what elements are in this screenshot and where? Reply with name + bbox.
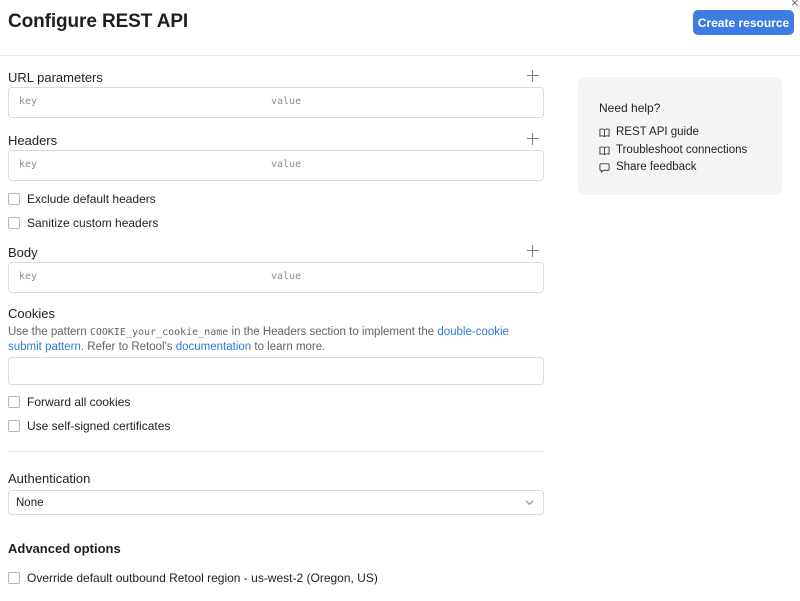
headers-kv-input[interactable]: key value bbox=[8, 150, 544, 181]
help-link-label[interactable]: REST API guide bbox=[616, 126, 699, 138]
cookies-desc-text-4: to learn more. bbox=[251, 341, 326, 353]
override-region-row[interactable]: Override default outbound Retool region … bbox=[8, 571, 378, 585]
header-key-placeholder[interactable]: key bbox=[19, 159, 37, 170]
cookies-description: Use the pattern COOKIE_your_cookie_name … bbox=[8, 325, 538, 355]
self-signed-checkbox[interactable] bbox=[8, 420, 20, 432]
help-link-share-feedback[interactable]: Share feedback bbox=[599, 160, 697, 174]
body-label: Body bbox=[8, 245, 38, 260]
close-icon[interactable]: × bbox=[791, 0, 799, 10]
help-link-troubleshoot[interactable]: Troubleshoot connections bbox=[599, 143, 747, 157]
cookies-desc-text-2: in the Headers section to implement the bbox=[228, 326, 438, 338]
body-key-placeholder[interactable]: key bbox=[19, 271, 37, 282]
url-parameters-label: URL parameters bbox=[8, 70, 103, 85]
exclude-default-headers-checkbox[interactable] bbox=[8, 193, 20, 205]
chevron-down-icon bbox=[525, 500, 534, 506]
self-signed-label: Use self-signed certificates bbox=[27, 419, 171, 433]
sanitize-custom-headers-checkbox[interactable] bbox=[8, 217, 20, 229]
modal-header: Configure REST API Create resource × bbox=[0, 0, 800, 56]
add-url-parameter-icon[interactable] bbox=[527, 70, 539, 82]
create-resource-button[interactable]: Create resource bbox=[693, 10, 794, 35]
headers-label: Headers bbox=[8, 133, 58, 148]
add-body-param-icon[interactable] bbox=[527, 245, 539, 257]
add-header-icon[interactable] bbox=[527, 133, 539, 145]
documentation-link[interactable]: documentation bbox=[176, 341, 251, 353]
sanitize-custom-headers-row[interactable]: Sanitize custom headers bbox=[8, 216, 158, 230]
forward-cookies-checkbox[interactable] bbox=[8, 396, 20, 408]
url-param-value-placeholder[interactable]: value bbox=[271, 96, 301, 107]
section-divider bbox=[8, 451, 544, 452]
forward-cookies-label: Forward all cookies bbox=[27, 395, 131, 409]
override-region-label: Override default outbound Retool region … bbox=[27, 571, 378, 585]
help-link-label[interactable]: Troubleshoot connections bbox=[616, 144, 747, 156]
authentication-label: Authentication bbox=[8, 471, 91, 486]
self-signed-row[interactable]: Use self-signed certificates bbox=[8, 419, 170, 433]
cookies-desc-text-3: . Refer to Retool's bbox=[80, 341, 176, 353]
forward-cookies-row[interactable]: Forward all cookies bbox=[8, 395, 130, 409]
exclude-default-headers-label: Exclude default headers bbox=[27, 192, 156, 206]
book-icon bbox=[599, 146, 610, 155]
body-value-placeholder[interactable]: value bbox=[271, 271, 301, 282]
help-link-label[interactable]: Share feedback bbox=[616, 161, 697, 173]
page-title: Configure REST API bbox=[8, 11, 189, 32]
exclude-default-headers-row[interactable]: Exclude default headers bbox=[8, 192, 156, 206]
authentication-select[interactable]: None bbox=[8, 490, 544, 515]
header-value-placeholder[interactable]: value bbox=[271, 159, 301, 170]
help-title: Need help? bbox=[599, 101, 661, 115]
cookie-pattern-code: COOKIE_your_cookie_name bbox=[89, 327, 229, 338]
cookies-label: Cookies bbox=[8, 306, 55, 321]
cookies-desc-text-1: Use the pattern bbox=[8, 326, 90, 338]
sanitize-custom-headers-label: Sanitize custom headers bbox=[27, 216, 159, 230]
authentication-selected-value: None bbox=[16, 497, 44, 509]
body-kv-input[interactable]: key value bbox=[8, 262, 544, 293]
help-link-rest-api-guide[interactable]: REST API guide bbox=[599, 125, 699, 139]
override-region-checkbox[interactable] bbox=[8, 572, 20, 584]
advanced-options-heading: Advanced options bbox=[8, 541, 121, 556]
book-icon bbox=[599, 128, 610, 137]
chat-bubble-icon bbox=[599, 162, 610, 173]
url-param-key-placeholder[interactable]: key bbox=[19, 96, 37, 107]
help-panel: Need help? REST API guide Troubleshoot c… bbox=[578, 77, 782, 195]
cookies-input[interactable] bbox=[8, 357, 544, 385]
url-parameters-kv-input[interactable]: key value bbox=[8, 87, 544, 118]
